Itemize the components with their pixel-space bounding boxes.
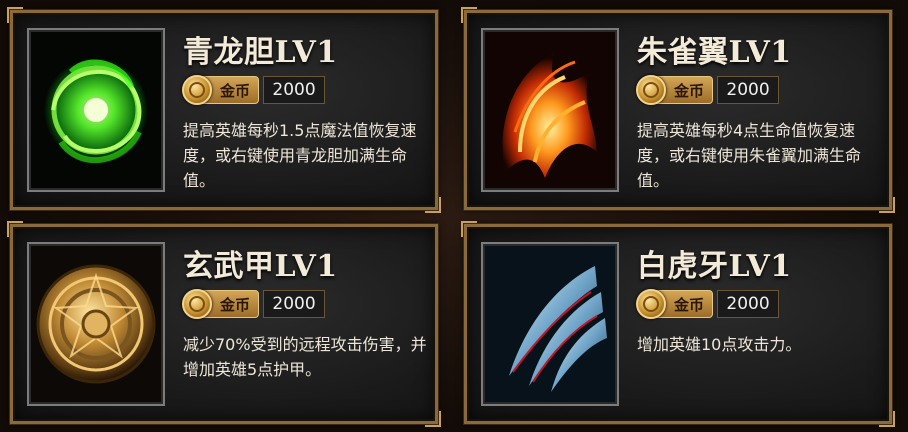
item-description: 减少70%受到的远程攻击伤害，并增加英雄5点护甲。 (183, 335, 427, 379)
green-dragon-orb-icon (31, 32, 161, 188)
price-value: 2000 (717, 76, 780, 104)
item-description: 提高英雄每秒4点生命值恢复速度，或右键使用朱雀翼加满生命值。 (637, 121, 862, 190)
currency-badge: 金币 (636, 289, 714, 319)
item-icon-frame[interactable] (27, 28, 165, 192)
currency-badge: 金币 (182, 75, 260, 105)
item-title: 白虎牙LV1 (637, 249, 792, 284)
currency-badge: 金币 (182, 289, 260, 319)
item-description: 提高英雄每秒1.5点魔法值恢复速度，或右键使用青龙胆加满生命值。 (183, 121, 417, 190)
gold-coin-icon (636, 75, 666, 105)
item-title: 青龙胆LV1 (183, 35, 338, 70)
currency-label: 金币 (674, 295, 705, 314)
item-card-white-tiger[interactable]: 白虎牙LV1 金币 2000 增加英雄10点攻击力。 (461, 221, 895, 427)
price-row: 金币 2000 (636, 75, 780, 105)
item-card-black-tortoise[interactable]: 玄武甲LV1 金币 2000 减少70%受到的远程攻击伤害，并增加英雄5点护甲。 (7, 221, 441, 427)
price-row: 金币 2000 (182, 75, 326, 105)
price-value: 2000 (263, 290, 326, 318)
item-title: 朱雀翼LV1 (637, 35, 792, 70)
tiger-claw-icon (485, 246, 615, 402)
item-icon-frame[interactable] (27, 242, 165, 406)
price-row: 金币 2000 (636, 289, 780, 319)
item-card-green-dragon[interactable]: 青龙胆LV1 金币 2000 提高英雄每秒1.5点魔法值恢复速度，或右键使用青龙… (7, 7, 441, 213)
item-icon-frame[interactable] (481, 242, 619, 406)
phoenix-wing-icon (485, 32, 615, 188)
price-value: 2000 (717, 290, 780, 318)
item-icon-frame[interactable] (481, 28, 619, 192)
item-description: 增加英雄10点攻击力。 (637, 335, 802, 354)
currency-label: 金币 (220, 81, 251, 100)
price-value: 2000 (263, 76, 326, 104)
currency-label: 金币 (674, 81, 705, 100)
golden-shield-icon (31, 246, 161, 402)
currency-badge: 金币 (636, 75, 714, 105)
item-title: 玄武甲LV1 (183, 249, 338, 284)
gold-coin-icon (182, 75, 212, 105)
gold-coin-icon (182, 289, 212, 319)
currency-label: 金币 (220, 295, 251, 314)
shop-grid: 青龙胆LV1 金币 2000 提高英雄每秒1.5点魔法值恢复速度，或右键使用青龙… (0, 0, 908, 432)
price-row: 金币 2000 (182, 289, 326, 319)
gold-coin-icon (636, 289, 666, 319)
item-card-phoenix[interactable]: 朱雀翼LV1 金币 2000 提高英雄每秒4点生命值恢复速度，或右键使用朱雀翼加… (461, 7, 895, 213)
